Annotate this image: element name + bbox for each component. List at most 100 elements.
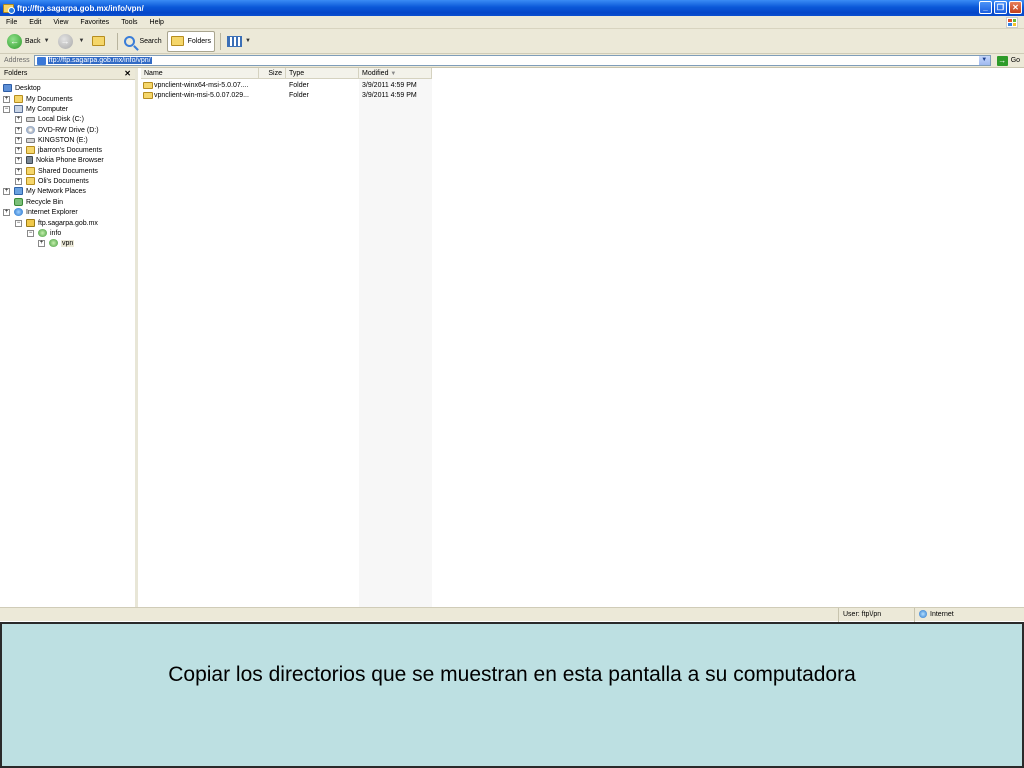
file-size — [259, 81, 283, 91]
search-label: Search — [139, 37, 162, 45]
views-icon — [227, 35, 242, 47]
expand-icon[interactable]: + — [15, 177, 22, 185]
address-url[interactable]: ftp://ftp.sagarpa.gob.mx/info/vpn/ — [47, 57, 152, 64]
phone-icon — [26, 156, 33, 164]
ie-icon — [14, 208, 23, 216]
tree-item-olis-documents[interactable]: + Oli's Documents — [15, 176, 89, 186]
expand-icon[interactable]: + — [3, 187, 10, 195]
expand-icon[interactable]: + — [38, 239, 45, 247]
column-size[interactable]: Size — [259, 68, 286, 79]
expand-icon[interactable]: + — [15, 146, 22, 154]
expand-icon[interactable]: + — [15, 156, 22, 164]
tree-item-my-documents[interactable]: + My Documents — [3, 94, 73, 104]
ftp-folder-icon — [38, 229, 47, 237]
tree-item-my-network-places[interactable]: + My Network Places — [3, 186, 86, 196]
search-button[interactable]: Search — [121, 31, 164, 52]
address-label: Address — [4, 57, 30, 64]
status-user-label: User: ftp\/pn — [843, 611, 882, 618]
tree-item-recycle-bin[interactable]: Recycle Bin — [14, 197, 63, 207]
tree-item-vpn[interactable]: + vpn — [38, 238, 75, 248]
expand-icon[interactable]: + — [15, 136, 22, 144]
menu-help[interactable]: Help — [144, 19, 170, 26]
file-row[interactable]: vpnclient-win-msi-5.0.07.029... Folder 3… — [141, 91, 432, 101]
tree-item-ftp-server[interactable]: − ftp.sagarpa.gob.mx — [15, 218, 98, 228]
minimize-icon[interactable]: _ — [979, 1, 992, 14]
close-icon[interactable]: ✕ — [124, 69, 131, 78]
file-name: vpnclient-win-msi-5.0.07.029... — [154, 92, 249, 99]
folders-button[interactable]: Folders — [166, 30, 215, 52]
search-icon — [124, 35, 136, 47]
ftp-server-icon — [26, 219, 35, 227]
menu-tools[interactable]: Tools — [115, 19, 143, 26]
expand-icon[interactable]: + — [3, 95, 10, 103]
tree-item-info[interactable]: − info — [27, 228, 61, 238]
forward-button[interactable]: → ▼ — [55, 31, 88, 52]
folder-icon — [26, 177, 35, 185]
tree-item-label: My Network Places — [26, 187, 86, 195]
tree-item-dvd-drive[interactable]: + DVD-RW Drive (D:) — [15, 125, 99, 135]
chevron-down-icon[interactable]: ▼ — [245, 38, 251, 44]
status-zone-label: Internet — [930, 611, 954, 618]
tree-item-local-disk[interactable]: + Local Disk (C:) — [15, 114, 84, 124]
column-modified[interactable]: Modified ▼ — [359, 68, 432, 79]
tree-item-label: KINGSTON (E:) — [38, 136, 88, 144]
tree-item-kingston[interactable]: + KINGSTON (E:) — [15, 135, 88, 145]
tree-item-nokia-phone-browser[interactable]: + Nokia Phone Browser — [15, 155, 104, 165]
chevron-down-icon[interactable]: ▼ — [44, 38, 50, 44]
up-button[interactable] — [89, 31, 112, 52]
menu-file[interactable]: File — [0, 19, 23, 26]
address-input[interactable]: ftp://ftp.sagarpa.gob.mx/info/vpn/ ▼ — [33, 55, 991, 66]
maximize-icon[interactable]: ❐ — [994, 1, 1007, 14]
chevron-down-icon[interactable]: ▼ — [79, 38, 85, 44]
column-modified-label: Modified — [362, 70, 389, 77]
recycle-bin-icon — [14, 198, 23, 206]
folders-pane: Folders ✕ Desktop + My Documents − My Co… — [0, 68, 138, 607]
tree-item-my-computer[interactable]: − My Computer — [3, 104, 68, 114]
tree-item-shared-documents[interactable]: + Shared Documents — [15, 166, 98, 176]
menu-favorites[interactable]: Favorites — [74, 19, 115, 26]
desktop-icon — [3, 84, 12, 92]
back-arrow-icon: ← — [7, 33, 22, 49]
collapse-icon[interactable]: − — [3, 105, 10, 113]
tree-item-label: info — [50, 229, 62, 237]
expand-icon[interactable]: + — [15, 167, 22, 175]
tree-item-jbarrons-documents[interactable]: + jbarron's Documents — [15, 145, 102, 155]
tree-item-label: Nokia Phone Browser — [36, 156, 104, 164]
menu-bar: File Edit View Favorites Tools Help — [0, 16, 1024, 29]
column-name[interactable]: Name — [141, 68, 259, 79]
tree-item-internet-explorer[interactable]: + Internet Explorer — [3, 207, 78, 217]
collapse-icon[interactable]: − — [15, 219, 22, 227]
close-icon[interactable]: ✕ — [1009, 1, 1022, 14]
ftp-folder-icon — [49, 239, 58, 247]
computer-icon — [14, 105, 23, 113]
expand-icon[interactable]: + — [15, 126, 22, 134]
go-button[interactable]: → Go — [996, 55, 1021, 66]
menu-edit[interactable]: Edit — [23, 19, 47, 26]
tree-item-label: Local Disk (C:) — [38, 115, 84, 123]
column-type[interactable]: Type — [286, 68, 359, 79]
expand-icon[interactable]: + — [3, 208, 10, 216]
tree-item-label: vpn — [61, 239, 75, 247]
tree-item-label: Internet Explorer — [26, 208, 78, 216]
sort-descending-icon: ▼ — [390, 71, 397, 77]
file-modified: 3/9/2011 4:59 PM — [362, 92, 417, 99]
chevron-down-icon[interactable]: ▼ — [978, 56, 990, 65]
tree-item-desktop[interactable]: Desktop — [3, 83, 41, 93]
window-controls: _ ❐ ✕ — [979, 1, 1022, 14]
disk-icon — [26, 137, 35, 143]
collapse-icon[interactable]: − — [27, 229, 34, 237]
expand-icon[interactable]: + — [15, 115, 22, 123]
back-button[interactable]: ← Back ▼ — [4, 31, 53, 52]
folders-label: Folders — [187, 37, 211, 45]
views-button[interactable]: ▼ — [224, 31, 254, 52]
folder-icon — [26, 167, 35, 175]
folder-icon — [14, 95, 23, 103]
folders-pane-title: Folders — [4, 70, 28, 77]
go-label: Go — [1010, 57, 1021, 64]
file-row[interactable]: vpnclient-winx64-msi-5.0.07.... Folder 3… — [141, 81, 432, 91]
menu-view[interactable]: View — [47, 19, 74, 26]
windows-logo-icon — [1006, 17, 1018, 28]
ftp-folder-icon — [36, 56, 46, 65]
status-user: User: ftp\/pn — [838, 608, 914, 622]
tree-item-label: ftp.sagarpa.gob.mx — [38, 219, 98, 227]
